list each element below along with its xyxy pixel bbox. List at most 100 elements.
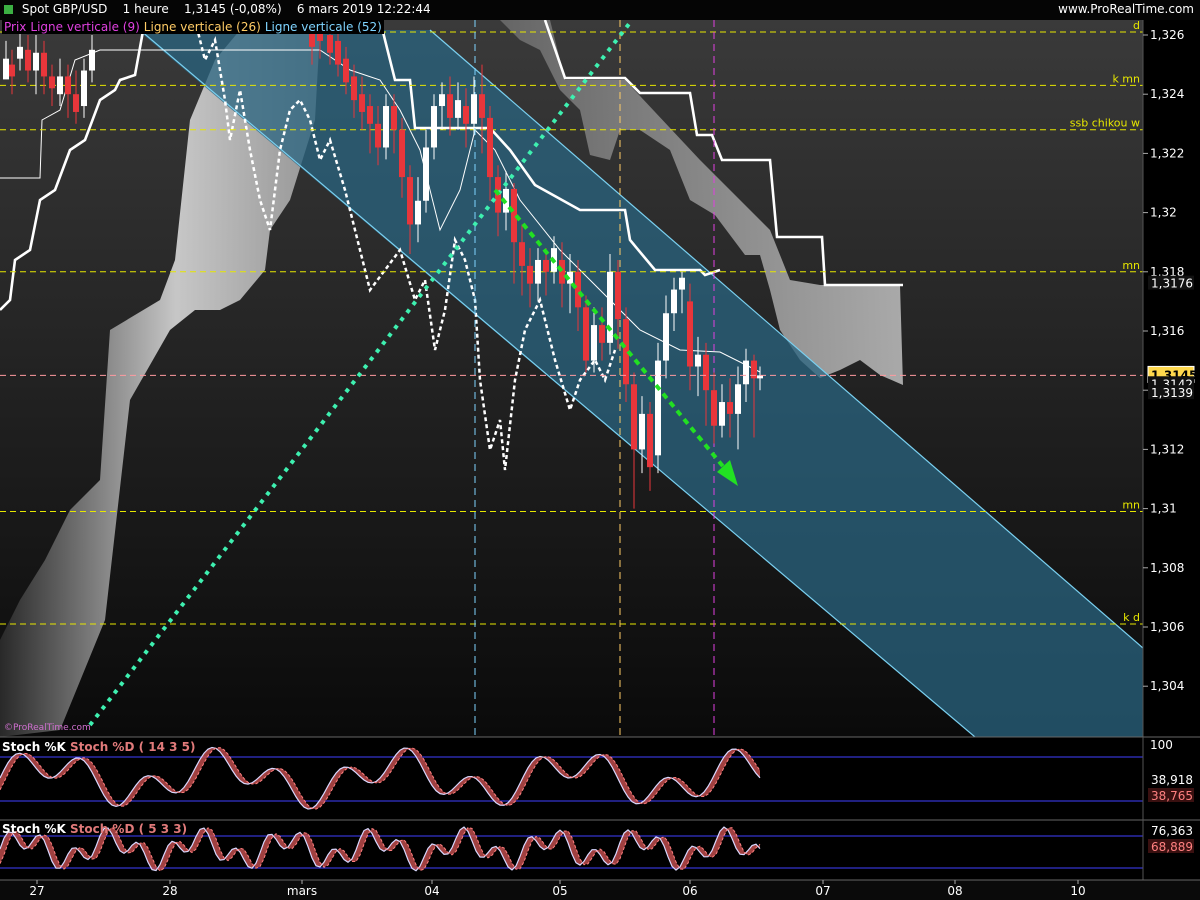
candle-body-20 [375, 123, 381, 148]
candle-body-19 [367, 106, 373, 124]
candle-body-2 [17, 46, 23, 59]
x-tick-label-2: mars [287, 884, 317, 898]
candle-body-6 [49, 76, 55, 89]
chart-title: Spot GBP/USD 1 heure 1,3145 (-0,08%) 6 m… [4, 2, 431, 16]
legend-line-26[interactable]: Ligne verticale (26) [141, 20, 263, 34]
candle-body-7 [57, 76, 63, 95]
y-tick-label-8: 1,31 [1150, 502, 1177, 516]
x-tick-label-6: 07 [815, 884, 830, 898]
x-tick-label-7: 08 [947, 884, 962, 898]
x-tick-label-1: 28 [162, 884, 177, 898]
candle-body-29 [447, 94, 453, 118]
candle-body-58 [679, 277, 685, 290]
candle-body-46 [583, 307, 589, 361]
candle-body-4 [33, 52, 39, 71]
instrument-icon [4, 5, 13, 14]
y-tick-label-2: 1,322 [1150, 146, 1184, 160]
stoch1-panel-top-label: 100 [1150, 738, 1173, 752]
stoch1-panel-k-value: 38,918 [1151, 773, 1193, 787]
stoch2-d-label: Stoch %D ( 5 3 3) [69, 822, 188, 836]
price-chart[interactable]: d k mn ssb chikou w mn mn k d 1,326 1,324 1,322 1… [0, 0, 1200, 900]
candle-body-55 [655, 360, 661, 456]
x-tick-label-5: 06 [682, 884, 697, 898]
y-tick-label-10: 1,306 [1150, 620, 1184, 634]
candle-body-16 [343, 58, 349, 83]
y-tick-label-9: 1,308 [1150, 561, 1184, 575]
candle-body-34 [487, 117, 493, 178]
y-tick-label-11: 1,304 [1150, 679, 1184, 693]
timeframe: 1 heure [122, 2, 169, 16]
candle-body-66 [743, 360, 749, 385]
candle-body-21 [383, 106, 389, 148]
price-label-0: 1,3176 [1151, 277, 1193, 291]
candle-body-0 [3, 58, 9, 80]
candle-body-61 [703, 354, 709, 391]
stoch2-panel-d-value: 68,889 [1151, 840, 1193, 854]
site-link[interactable]: www.ProRealTime.com [1058, 2, 1194, 16]
chart-legend: Prix Ligne verticale (9) Ligne verticale (… [2, 20, 384, 34]
candle-body-8 [65, 76, 71, 95]
candle-body-28 [439, 94, 445, 107]
x-tick-label-0: 27 [29, 884, 44, 898]
candle-body-60 [695, 354, 701, 367]
candle-body-40 [535, 259, 541, 284]
stoch1-title: Stoch %K Stoch %D ( 14 3 5) [2, 740, 196, 754]
candle-body-9 [73, 94, 79, 112]
candle-body-59 [687, 301, 693, 367]
y-tick-label-3: 1,32 [1150, 206, 1177, 220]
stoch2-panel-k-value: 76,363 [1151, 824, 1193, 838]
candle-body-63 [719, 402, 725, 426]
candle-body-25 [415, 200, 421, 225]
candle-body-24 [407, 177, 413, 225]
y-tick-label-1: 1,324 [1150, 87, 1184, 101]
candle-body-62 [711, 390, 717, 426]
instrument-name: Spot GBP/USD [21, 2, 108, 16]
candle-body-64 [727, 402, 733, 414]
x-tick-label-4: 05 [552, 884, 567, 898]
legend-line-52[interactable]: Ligne verticale (52) [262, 20, 384, 34]
stoch2-k-label: Stoch %K [2, 822, 66, 836]
candle-body-32 [471, 94, 477, 124]
candle-body-17 [351, 76, 357, 101]
candle-body-45 [575, 271, 581, 308]
stoch1-panel-d-value: 38,765 [1151, 789, 1193, 803]
price-label-3: 1,3139 [1151, 386, 1193, 400]
top-bar: Spot GBP/USD 1 heure 1,3145 (-0,08%) 6 m… [0, 0, 1200, 20]
x-axis-background [0, 880, 1200, 900]
candle-body-56 [663, 313, 669, 361]
candle-body-14 [327, 35, 333, 53]
candle-body-39 [527, 265, 533, 284]
candle-body-52 [631, 384, 637, 450]
candle-body-27 [431, 106, 437, 148]
candle-body-54 [647, 413, 653, 468]
y-tick-label-7: 1,312 [1150, 442, 1184, 456]
candle-body-26 [423, 147, 429, 201]
level-label-2: ssb chikou w [1070, 117, 1140, 130]
candle-body-18 [359, 94, 365, 112]
price-change: 1,3145 (-0,08%) [184, 2, 282, 16]
candle-body-49 [607, 271, 613, 343]
stoch2-title: Stoch %K Stoch %D ( 5 3 3) [2, 822, 187, 836]
candle-body-23 [399, 129, 405, 178]
legend-line-9[interactable]: Ligne verticale (9) [28, 20, 142, 34]
candle-body-15 [335, 40, 341, 65]
candle-body-10 [81, 70, 87, 107]
timestamp: 6 mars 2019 12:22:44 [296, 2, 431, 16]
candle-body-22 [391, 106, 397, 130]
candle-body-30 [455, 100, 461, 118]
candle-body-1 [9, 64, 15, 77]
level-label-0: d [1133, 19, 1140, 32]
candle-body-57 [671, 289, 677, 314]
candle-body-5 [41, 52, 47, 77]
candle-body-31 [463, 106, 469, 124]
candle-body-33 [479, 94, 485, 118]
legend-prix[interactable]: Prix [2, 20, 29, 34]
x-tick-label-3: 04 [424, 884, 439, 898]
stoch1-d-label: Stoch %D ( 14 3 5) [69, 740, 196, 754]
level-label-3: mn [1122, 259, 1140, 272]
candle-body-11 [89, 49, 95, 71]
candle-body-50 [615, 271, 621, 320]
copyright: ©ProRealTime.com [4, 723, 91, 733]
candle-body-41 [543, 259, 549, 272]
y-tick-label-5: 1,316 [1150, 324, 1184, 338]
